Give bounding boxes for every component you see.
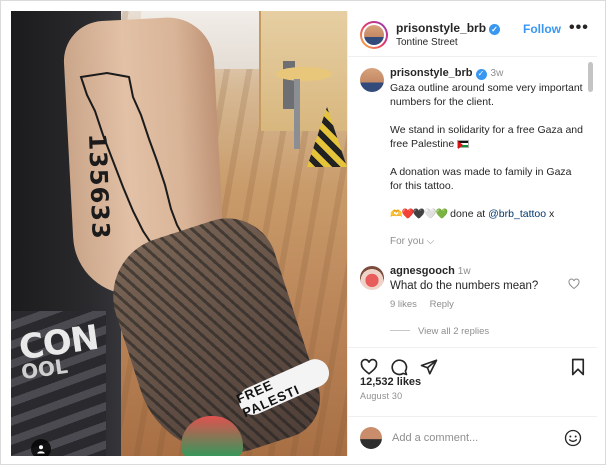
caption-line-1: Gaza outline around some very important … [390, 82, 583, 108]
user-tag-glyph [37, 445, 45, 454]
caption-line-2: We stand in solidarity for a free Gaza a… [390, 124, 583, 150]
comment-header: agnesgooch 1w [390, 265, 471, 277]
instagram-post-frame: CON OOL 135633 FREE PALESTI prisonstyle_… [0, 0, 606, 465]
post-caption: prisonstyle_brb ✓ 3w Gaza outline around s… [390, 66, 586, 222]
comment-likes[interactable]: 9 likes [390, 299, 417, 310]
follow-button[interactable]: Follow [523, 22, 561, 36]
add-comment-bar [348, 416, 597, 456]
caption-line-2-row: We stand in solidarity for a free Gaza a… [390, 123, 586, 151]
replies-divider [390, 330, 410, 331]
likes-count[interactable]: 12,532 likes [360, 376, 421, 388]
author-avatar[interactable] [360, 21, 388, 49]
caption-author-avatar[interactable] [360, 68, 384, 92]
comments-scroll-area[interactable]: prisonstyle_brb ✓ 3w Gaza outline around s… [348, 58, 597, 346]
post-date: August 30 [360, 391, 403, 401]
comment-reply-button[interactable]: Reply [430, 299, 454, 310]
heart-icon[interactable] [360, 358, 378, 376]
author-avatar-inner [362, 23, 386, 47]
post-location[interactable]: Tontine Street [396, 37, 458, 48]
comment-icon[interactable] [390, 358, 408, 376]
emoji-icon[interactable] [564, 429, 582, 447]
comment-heart-icon[interactable] [568, 278, 580, 290]
caption-time: 3w [490, 68, 504, 79]
caption-line-4-row: 🫶❤️🖤🤍💚 done at @brb_tattoo x [390, 207, 586, 222]
more-options-icon[interactable]: ••• [569, 19, 589, 37]
for-you-toggle[interactable]: For you ⌵ [390, 236, 434, 247]
share-icon[interactable] [420, 358, 438, 376]
post-photo[interactable]: CON OOL 135633 FREE PALESTI [11, 11, 347, 456]
user-tag-icon[interactable] [31, 439, 51, 456]
palestine-flag-icon [457, 140, 470, 149]
view-replies-button[interactable]: View all 2 replies [390, 326, 489, 337]
post-actions-bar [348, 347, 597, 377]
bookmark-icon[interactable] [569, 358, 587, 376]
verified-icon: ✓ [475, 68, 487, 80]
caption-line-4-suffix: x [546, 208, 555, 220]
add-comment-input[interactable] [392, 427, 552, 449]
comment-time: 1w [457, 266, 471, 277]
tattoo-number: 135633 [83, 133, 115, 241]
commenter-username[interactable]: agnesgooch [390, 265, 455, 277]
scrollbar-thumb[interactable] [588, 62, 593, 92]
mention-link[interactable]: @brb_tattoo [488, 208, 546, 220]
current-user-avatar [360, 427, 382, 449]
author-username[interactable]: prisonstyle_brb [396, 21, 486, 35]
comment-text: What do the numbers mean? [390, 280, 539, 292]
verified-icon: ✓ [489, 24, 501, 35]
author-avatar-image [364, 25, 384, 45]
comment-meta: 9 likes Reply [390, 299, 464, 310]
author-username-row[interactable]: prisonstyle_brb ✓ [396, 21, 501, 35]
caption-username[interactable]: prisonstyle_brb [390, 67, 473, 79]
view-replies-label[interactable]: View all 2 replies [418, 326, 489, 337]
hearts-emoji: 🫶❤️🖤🤍💚 [390, 209, 448, 220]
post-header: prisonstyle_brb ✓ Tontine Street Follow •… [348, 11, 597, 57]
caption-line-4-prefix: done at [447, 208, 489, 220]
commenter-avatar[interactable] [360, 266, 384, 290]
post-side-panel: prisonstyle_brb ✓ Tontine Street Follow •… [347, 11, 597, 456]
caption-line-3: A donation was made to family in Gaza fo… [390, 166, 572, 192]
